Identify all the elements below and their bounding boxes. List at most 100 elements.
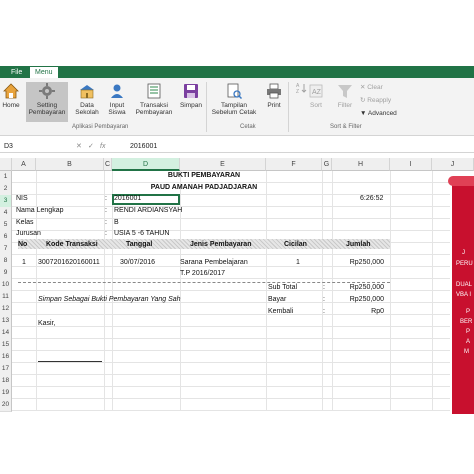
kasir-label: Kasir, <box>38 320 56 327</box>
gridline <box>12 290 450 291</box>
column-header-a[interactable]: A <box>12 158 36 171</box>
nis-value[interactable]: 2016001 <box>114 195 141 202</box>
row-jenis-1: Sarana Pembelajaran <box>180 259 248 266</box>
row-header[interactable]: 12 <box>0 303 12 316</box>
save-icon <box>182 82 200 100</box>
nama-label: Nama Lengkap <box>16 207 64 214</box>
row-header[interactable]: 11 <box>0 291 12 304</box>
row-header[interactable]: 6 <box>0 231 12 244</box>
row-header[interactable]: 5 <box>0 219 12 232</box>
banner-text-2: PERU <box>456 261 473 267</box>
input-siswa-label-2: Siswa <box>108 109 126 116</box>
note-text: Simpan Sebagai Bukti Pembayaran Yang Sah <box>38 296 181 303</box>
column-header-e[interactable]: E <box>180 158 266 171</box>
transaksi-pembayaran-button[interactable]: Transaksi Pembayaran <box>134 82 174 116</box>
print-label: Print <box>267 102 281 109</box>
column-header-b[interactable]: B <box>36 158 104 171</box>
nis-label: NIS <box>16 195 28 202</box>
gridline <box>12 278 450 279</box>
row-header[interactable]: 8 <box>0 255 12 268</box>
gridline <box>12 326 450 327</box>
select-all-corner[interactable] <box>0 158 12 171</box>
data-sekolah-label-2: Sekolah <box>75 109 99 116</box>
banner-text-8: A <box>466 339 471 345</box>
kelas-label: Kelas <box>16 219 34 226</box>
jurusan-value: USIA 5 -6 TAHUN <box>114 230 170 237</box>
input-siswa-button[interactable]: Input Siswa <box>104 82 130 116</box>
gridline <box>12 398 450 399</box>
column-header-d[interactable]: D <box>112 158 180 171</box>
column-header-j[interactable]: J <box>432 158 474 171</box>
gridline <box>12 254 450 255</box>
gridline <box>12 386 450 387</box>
row-header[interactable]: 15 <box>0 339 12 352</box>
setting-label-1: Setting <box>36 102 58 109</box>
reapply-button[interactable]: ↻ Reapply <box>360 96 391 105</box>
column-header-c[interactable]: C <box>104 158 112 171</box>
clear-button[interactable]: ✕ Clear <box>360 83 383 92</box>
svg-text:AZ: AZ <box>312 89 322 96</box>
row-header[interactable]: 14 <box>0 327 12 340</box>
printer-icon <box>265 82 283 100</box>
print-button[interactable]: Print <box>262 82 286 109</box>
clear-label: Clear <box>367 84 383 91</box>
group-label-sort: Sort & Filter <box>330 124 362 130</box>
row-header[interactable]: 20 <box>0 399 12 412</box>
row-header[interactable]: 16 <box>0 351 12 364</box>
row-header[interactable]: 3 <box>0 195 12 208</box>
table-bottom-border <box>18 282 390 283</box>
gridline <box>332 171 333 411</box>
gridline <box>322 171 323 411</box>
advanced-button[interactable]: ▼ Advanced <box>360 109 397 118</box>
gridline <box>112 171 113 411</box>
transaksi-label-2: Pembayaran <box>135 109 173 116</box>
row-cicilan: 1 <box>296 259 300 266</box>
column-header-f[interactable]: F <box>266 158 322 171</box>
row-jumlah: Rp250,000 <box>349 259 384 266</box>
row-header[interactable]: 9 <box>0 267 12 280</box>
row-header[interactable]: 17 <box>0 363 12 376</box>
formula-input[interactable]: 2016001 <box>130 141 157 153</box>
row-header[interactable]: 19 <box>0 387 12 400</box>
gridline <box>12 218 450 219</box>
row-header[interactable]: 10 <box>0 279 12 292</box>
filter-button[interactable]: Filter <box>334 82 356 109</box>
banner-text-9: M <box>464 349 469 355</box>
gridline <box>390 171 391 411</box>
row-header[interactable]: 2 <box>0 183 12 196</box>
row-header[interactable]: 4 <box>0 207 12 220</box>
tab-file[interactable]: File <box>6 67 27 78</box>
column-header-h[interactable]: H <box>332 158 390 171</box>
simpan-button[interactable]: Simpan <box>178 82 204 109</box>
th-cicilan: Cicilan <box>284 241 307 248</box>
gridline <box>12 230 450 231</box>
sort-label: Sort <box>310 102 322 109</box>
row-header[interactable]: 1 <box>0 171 12 184</box>
column-header-g[interactable]: G <box>322 158 332 171</box>
row-header[interactable]: 13 <box>0 315 12 328</box>
setting-pembayaran-button[interactable]: Setting Pembayaran <box>26 82 68 122</box>
row-header[interactable]: 18 <box>0 375 12 388</box>
column-header-i[interactable]: I <box>390 158 432 171</box>
cancel-icon[interactable]: ✕ <box>76 141 82 153</box>
subtotal-value: Rp250,000 <box>349 284 384 291</box>
row-jenis-2: T.P 2016/2017 <box>180 270 226 277</box>
tampilan-label-2: Sebelum Cetak <box>211 109 257 116</box>
home-label: Home <box>2 102 20 109</box>
row-header[interactable]: 7 <box>0 243 12 256</box>
confirm-icon[interactable]: ✓ <box>88 141 94 153</box>
name-box[interactable]: D3 <box>4 141 13 153</box>
subtotal-label: Sub Total <box>268 284 298 291</box>
data-sekolah-button[interactable]: Data Sekolah <box>72 82 102 116</box>
tab-menu[interactable]: Menu <box>30 67 58 78</box>
worksheet-grid[interactable]: BUKTI PEMBAYARAN PAUD AMANAH PADJADJARAN… <box>12 171 450 411</box>
bayar-value: Rp250,000 <box>349 296 384 303</box>
row-kode: 3007201620160011 <box>38 259 100 266</box>
home-button[interactable]: Home <box>0 82 22 109</box>
ledger-icon <box>145 82 163 100</box>
th-tanggal: Tanggal <box>126 241 153 248</box>
sort-button[interactable]: AZ Sort <box>306 82 326 109</box>
formula-bar: D3 ✕ ✓ fx 2016001 <box>0 141 474 153</box>
function-icon[interactable]: fx <box>100 141 105 153</box>
tampilan-sebelum-cetak-button[interactable]: Tampilan Sebelum Cetak <box>208 82 260 116</box>
